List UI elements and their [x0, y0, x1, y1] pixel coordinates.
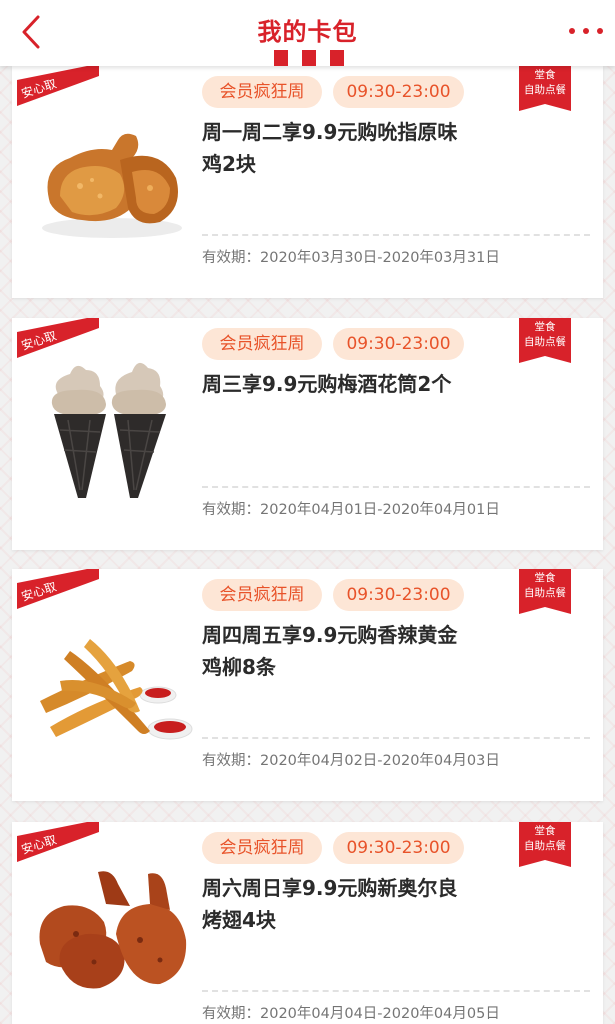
coupon-card[interactable]: 安心取 会员疯狂周 09:30-23:00 堂食 自助点餐 周三享9.9元购梅酒花…	[12, 318, 603, 550]
dashed-divider	[202, 234, 590, 236]
more-button[interactable]	[569, 26, 603, 38]
roast-wings-image	[39, 871, 187, 989]
coupon-title: 周四周五享9.9元购香辣黄金鸡柳8条	[202, 623, 458, 679]
promo-tag: 会员疯狂周	[202, 832, 322, 864]
coupon-title: 周六周日享9.9元购新奥尔良烤翅4块	[202, 876, 458, 932]
brand-stripes	[274, 50, 344, 66]
dashed-divider	[202, 486, 590, 488]
time-range: 09:30-23:00	[333, 328, 464, 360]
coupon-card[interactable]: 安心取 会员疯狂周 09:30-23:00 堂食 自助点餐 周一周二享9.9元购吮…	[12, 66, 603, 298]
time-range: 09:30-23:00	[333, 76, 464, 108]
promo-tag: 会员疯狂周	[202, 76, 322, 108]
dine-in-badge: 堂食 自助点餐	[519, 318, 571, 363]
promo-tag: 会员疯狂周	[202, 328, 322, 360]
fried-chicken-image	[42, 133, 182, 238]
chicken-strips-image	[40, 639, 193, 740]
dashed-divider	[202, 990, 590, 992]
coupon-card[interactable]: 安心取 会员疯狂周 09:30-23:00 堂食 自助点餐 周六周日享9.9元购新…	[12, 822, 603, 1024]
validity-text: 有效期：2020年04月02日-2020年04月03日	[202, 753, 500, 769]
coupon-title: 周一周二享9.9元购吮指原味鸡2块	[202, 120, 458, 176]
page-title: 我的卡包	[257, 18, 358, 46]
promo-tag: 会员疯狂周	[202, 579, 322, 611]
dine-in-badge: 堂食 自助点餐	[519, 66, 571, 111]
dine-in-badge: 堂食 自助点餐	[519, 569, 571, 614]
dine-in-badge: 堂食 自助点餐	[519, 822, 571, 867]
top-bar: 我的卡包	[0, 0, 615, 66]
coupon-card[interactable]: 安心取 会员疯狂周 09:30-23:00 堂食 自助点餐 周四周五享9.9元购香…	[12, 569, 603, 801]
ice-cream-cone-image	[51, 362, 166, 498]
dashed-divider	[202, 737, 590, 739]
time-range: 09:30-23:00	[333, 832, 464, 864]
coupon-title: 周三享9.9元购梅酒花筒2个	[202, 372, 452, 396]
time-range: 09:30-23:00	[333, 579, 464, 611]
validity-text: 有效期：2020年04月01日-2020年04月01日	[202, 502, 500, 518]
validity-text: 有效期：2020年04月04日-2020年04月05日	[202, 1006, 500, 1022]
validity-text: 有效期：2020年03月30日-2020年03月31日	[202, 250, 500, 266]
